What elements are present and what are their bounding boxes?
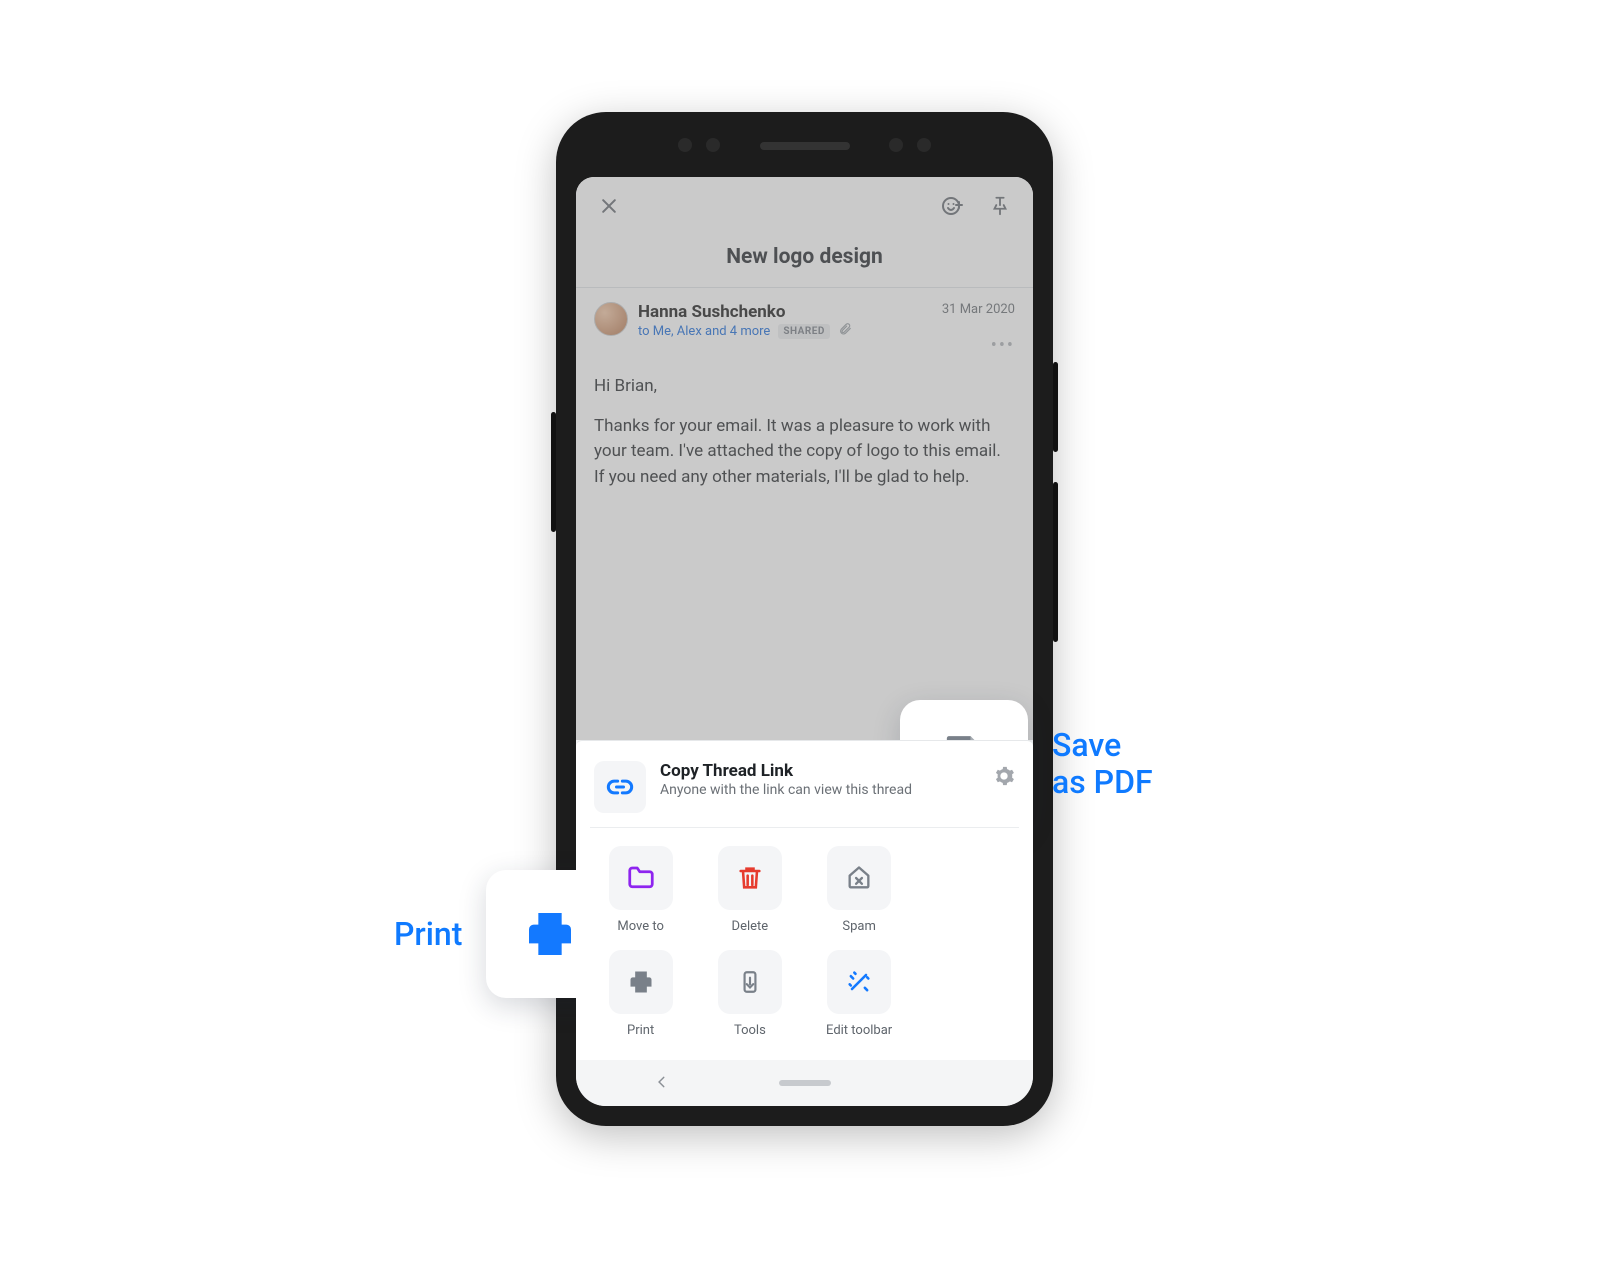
gear-icon[interactable] <box>993 765 1015 791</box>
link-icon <box>594 761 646 813</box>
topbar <box>576 177 1033 235</box>
recipients-line[interactable]: to Me, Alex and 4 more <box>638 324 770 339</box>
body-paragraph: Thanks for your email. It was a pleasure… <box>594 414 1015 491</box>
action-label: Delete <box>732 919 769 934</box>
action-label: Tools <box>734 1023 766 1038</box>
tools-icon <box>718 950 782 1014</box>
action-edit-toolbar[interactable]: Edit toolbar <box>813 950 906 1038</box>
pin-icon[interactable] <box>985 191 1015 221</box>
folder-icon <box>609 846 673 910</box>
callout-label-line1: Save <box>1052 726 1121 764</box>
action-spam[interactable]: Spam <box>813 846 906 934</box>
action-print[interactable]: Print <box>594 950 687 1038</box>
message-body: Hi Brian, Thanks for your email. It was … <box>576 366 1033 504</box>
magic-wand-icon <box>827 950 891 1014</box>
copy-link-subtitle: Anyone with the link can view this threa… <box>660 781 920 800</box>
attachment-icon[interactable] <box>838 322 852 340</box>
more-icon[interactable]: ••• <box>991 321 1015 356</box>
trash-icon <box>718 846 782 910</box>
shared-badge: SHARED <box>778 324 830 339</box>
email-subject: New logo design <box>576 235 1033 288</box>
action-sheet: Copy Thread Link Anyone with the link ca… <box>576 740 1033 1060</box>
email-view: New logo design Hanna Sushchenko to Me, … <box>576 177 1033 740</box>
back-icon[interactable] <box>655 1073 669 1094</box>
sender-name: Hanna Sushchenko <box>638 302 932 322</box>
phone-frame: New logo design Hanna Sushchenko to Me, … <box>556 112 1053 1126</box>
copy-link-title: Copy Thread Link <box>660 761 979 781</box>
android-navbar <box>576 1060 1033 1106</box>
greeting: Hi Brian, <box>594 374 1015 400</box>
callout-label-line2: as PDF <box>1052 764 1153 801</box>
message-header: Hanna Sushchenko to Me, Alex and 4 more … <box>576 288 1033 366</box>
add-reaction-icon[interactable] <box>937 191 967 221</box>
callout-label: Print <box>394 916 462 953</box>
home-pill[interactable] <box>779 1080 831 1086</box>
actions-grid: Move to Delete Spam <box>590 828 1019 1042</box>
screen: New logo design Hanna Sushchenko to Me, … <box>576 177 1033 1106</box>
action-tools[interactable]: Tools <box>703 950 796 1038</box>
avatar[interactable] <box>594 302 628 336</box>
spam-icon <box>827 846 891 910</box>
close-icon[interactable] <box>594 191 624 221</box>
action-label: Print <box>627 1023 654 1038</box>
action-label: Spam <box>842 919 876 934</box>
printer-icon <box>609 950 673 1014</box>
action-move-to[interactable]: Move to <box>594 846 687 934</box>
copy-thread-link-row[interactable]: Copy Thread Link Anyone with the link ca… <box>590 755 1019 828</box>
action-label: Edit toolbar <box>826 1023 892 1038</box>
action-label: Move to <box>617 919 664 934</box>
action-delete[interactable]: Delete <box>703 846 796 934</box>
message-date: 31 Mar 2020 <box>942 302 1015 317</box>
